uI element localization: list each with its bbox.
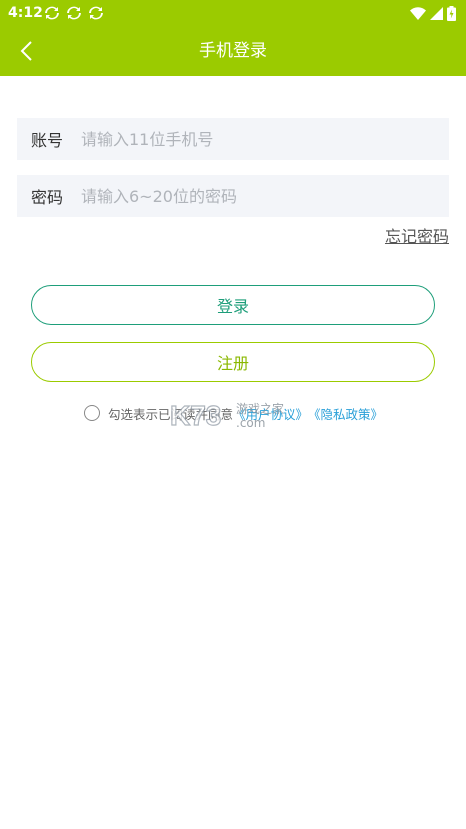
account-input[interactable] <box>75 118 449 160</box>
sync-icon <box>89 6 103 20</box>
status-bar: 4:12 <box>0 0 466 26</box>
password-label: 密码 <box>31 188 64 207</box>
status-indicators <box>410 4 456 22</box>
account-label: 账号 <box>31 131 64 150</box>
user-agreement-link[interactable]: 《用户协议》 <box>233 404 308 423</box>
password-input[interactable] <box>75 175 449 217</box>
password-field: 密码 <box>17 175 449 217</box>
privacy-policy-link[interactable]: 《隐私政策》 <box>308 404 383 423</box>
status-time: 4:12 <box>8 5 43 21</box>
agreement-row: 勾选表示已阅读并同意 《用户协议》 《隐私政策》 <box>84 402 383 424</box>
header: 手机登录 <box>0 26 466 76</box>
forgot-password-link[interactable]: 忘记密码 <box>385 223 449 247</box>
app-top-bar: 4:12 手机登录 <box>0 0 466 76</box>
cell-signal-icon <box>430 6 443 20</box>
register-button[interactable]: 注册 <box>31 342 435 382</box>
agree-checkbox[interactable] <box>84 405 100 421</box>
battery-charging-icon <box>447 5 456 21</box>
wifi-icon <box>410 6 426 20</box>
page-title: 手机登录 <box>199 41 267 61</box>
sync-icon <box>45 6 59 20</box>
login-button[interactable]: 登录 <box>31 285 435 325</box>
sync-icon <box>67 6 81 20</box>
account-field: 账号 <box>17 118 449 160</box>
agreement-text: 勾选表示已阅读并同意 <box>108 406 234 422</box>
